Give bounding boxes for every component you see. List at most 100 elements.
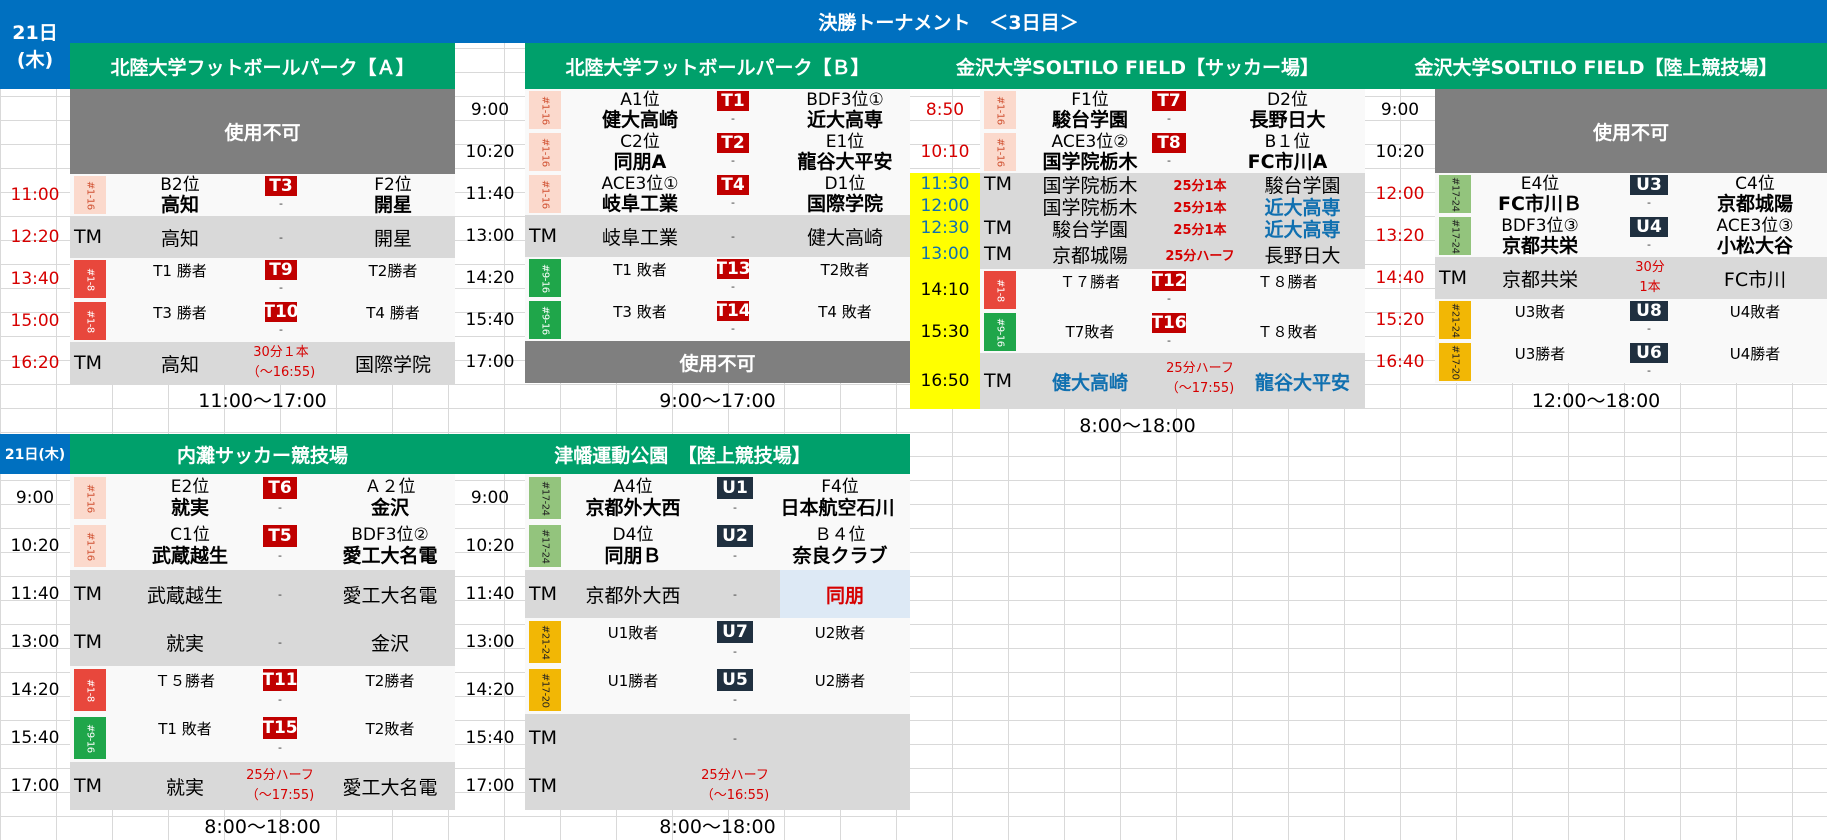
match-f-u5: #17-20 U1勝者 U5 - U2勝者 [525,666,910,714]
bracket-tag: #21-24 [529,621,561,663]
match-note: 30分１本 [253,345,309,360]
match-e-t15: #9-16 T1 敗者 T15 - T2敗者 [70,714,455,762]
venue-b-header: 北陸大学フットボールパーク【Ｂ】 [525,43,910,89]
home-team: 就実 [170,497,209,519]
match-c-t16: #9-16 T7敗者 T16 - Ｔ８敗者 [980,311,1365,353]
time-a-3: 13:40 [10,269,60,289]
time-e-6: 15:40 [10,728,60,748]
tm-a-1: TM 高知 - 開星 [70,216,455,258]
time-f-7: 17:00 [465,776,515,796]
tm-label: TM [984,173,1012,195]
away-team: T2勝者 [368,262,418,280]
tm-label: TM [529,583,557,605]
dash: - [1647,322,1651,335]
day-cell-2: 21日(木) [0,434,70,474]
time-c-8: 15:30 [910,311,980,353]
home-team: 京都共栄 [1501,268,1578,291]
match-badge: T4 [717,175,749,195]
venue-e-hours: 8:00～18:00 [204,816,321,838]
match-f-u7: #21-24 U1敗者 U7 - U2敗者 [525,618,910,666]
home-team: 京都城陽 [1051,244,1128,267]
away-team: 愛工大名電 [342,776,438,799]
tm-c-3: TM 駿台学園 25分1本 近大高専 [980,217,1365,241]
dash: - [731,280,735,293]
home-team: 駿台学園 [1051,109,1128,131]
time-d-1: 9:00 [1380,100,1420,120]
match-note-end: （～17:55) [245,788,315,803]
home-team: U1勝者 [607,672,659,690]
match-c-t8: #1-16 ACE3位② 国学院栃木 T8 - B１位 FC市川A [980,131,1365,173]
time-c-3: 11:30 [920,174,970,194]
day-label: 21日 [12,21,58,44]
dash: - [278,587,282,601]
time-e-4: 13:00 [10,632,60,652]
away-seed: Ａ２位 [364,477,416,497]
home-team: U3敗者 [1514,303,1566,321]
match-badge: U8 [1630,301,1668,321]
match-badge: T2 [717,133,749,153]
schedule-sheet: 21日 (木) 決勝トーナメント ＜3日目＞ 北陸大学フットボールパーク【Ａ】 … [0,0,1827,840]
match-badge: T5 [263,525,297,547]
time-d-7: 16:40 [1375,352,1425,372]
home-seed: ACE3位② [1051,132,1129,152]
dash: - [733,501,737,514]
tm-label: TM [74,226,102,248]
bracket-tag: #1-8 [984,271,1016,309]
home-team: T1 敗者 [158,720,212,738]
time-e-5: 14:20 [10,680,60,700]
bracket-tag: #1-16 [529,133,561,171]
dash: - [278,741,282,754]
away-team: 京都城陽 [1716,193,1793,215]
dash: - [733,731,737,745]
home-team: 就実 [165,632,204,655]
away-team: T2勝者 [365,672,415,690]
tm-f-3: TM 25分ハーフ （～16:55) [525,762,910,810]
match-b-t4: #1-16 ACE3位① 岐阜工業 T4 - D1位 国際学院 [525,173,910,215]
home-team: 京都共栄 [1501,235,1578,257]
tm-e-3: TM 就実 25分ハーフ （～17:55) 愛工大名電 [70,762,455,810]
time-b-2: 10:20 [465,142,515,162]
home-seed: C1位 [170,525,210,545]
bracket-tag: #9-16 [529,301,561,339]
venue-d-hours: 12:00～18:00 [1531,390,1661,412]
bracket-tag: #1-16 [984,133,1016,171]
bracket-tag: #1-16 [984,91,1016,129]
home-team: T7敗者 [1065,323,1115,341]
home-seed: E2位 [170,477,210,497]
away-seed: E1位 [825,132,865,152]
home-team: 岐阜工業 [601,193,678,215]
tm-label: TM [74,352,102,374]
bracket-tag: #1-16 [74,477,106,519]
match-badge: U7 [717,621,753,643]
dash: - [1647,364,1651,377]
match-badge: T7 [1152,91,1186,111]
bracket-tag: #21-24 [1439,301,1471,339]
away-team: U4勝者 [1729,345,1781,363]
dash: - [279,230,283,244]
away-seed: B１位 [1264,132,1311,152]
page-title: 決勝トーナメント ＜3日目＞ [70,0,1827,43]
time-f-6: 15:40 [465,728,515,748]
away-team: 長野日大 [1264,244,1341,267]
tm-f-2: TM - [525,714,910,762]
away-team: 奈良クラブ [792,545,888,567]
away-team: T4 勝者 [366,304,420,322]
dash: - [733,587,737,601]
match-badge: T14 [715,301,751,321]
match-badge: T11 [262,669,298,691]
match-a-t9: #1-8 T1 勝者 T9 - T2勝者 [70,258,455,300]
home-team: FC市川Ｂ [1498,193,1582,215]
bracket-tag: #9-16 [74,717,106,759]
away-team: T2敗者 [820,261,870,279]
time-d-3: 12:00 [1375,184,1425,204]
bracket-tag: #17-20 [529,669,561,711]
home-team: Ｔ７勝者 [1059,273,1120,291]
match-b-t1: #1-16 A1位 健大高崎 T1 - BDF3位① 近大高専 [525,89,910,131]
bracket-tag: #1-8 [74,302,106,340]
home-seed: D4位 [612,525,654,545]
home-team: T3 敗者 [613,303,667,321]
match-note: 25分1本 [1173,200,1227,216]
dash: - [1647,196,1651,209]
bracket-tag: #9-16 [529,259,561,297]
tm-b-1: TM 岐阜工業 - 健大高崎 [525,215,910,257]
